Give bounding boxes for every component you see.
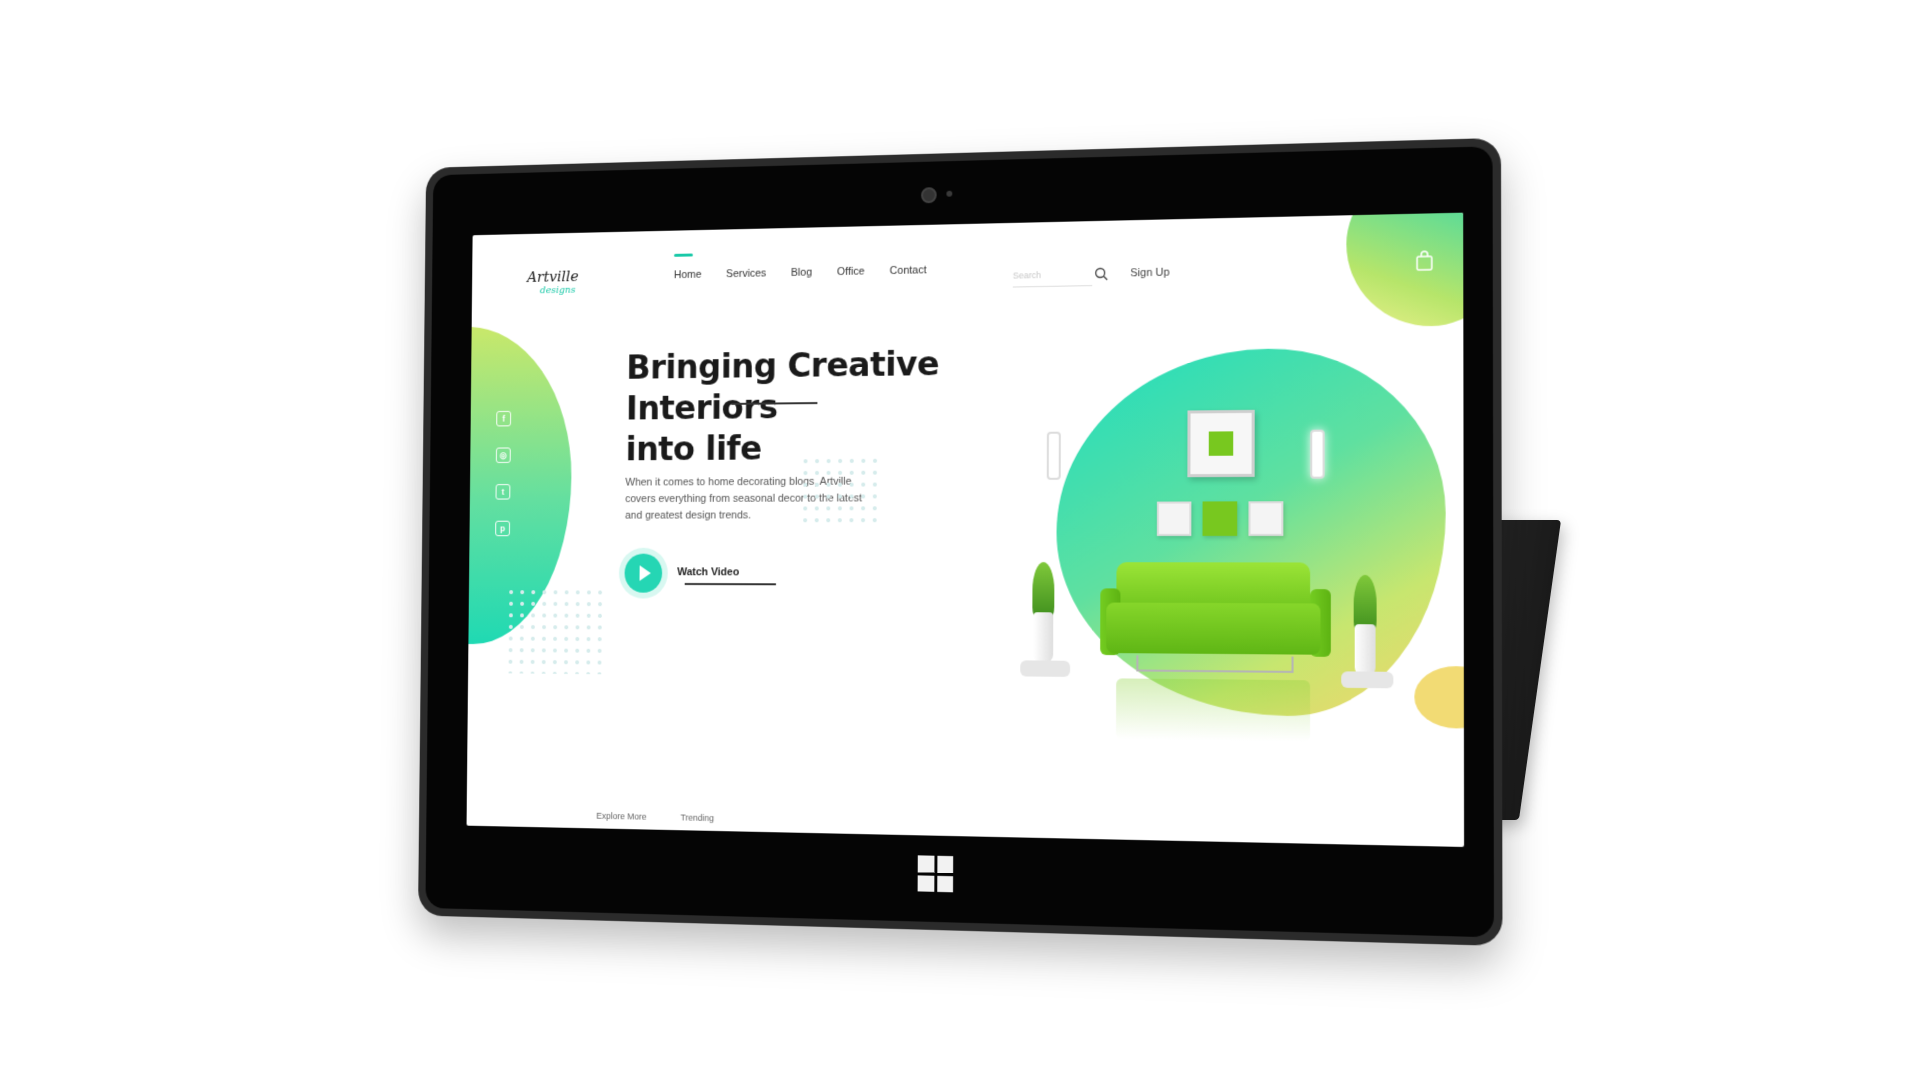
picture-frame-green (1202, 501, 1238, 536)
plant-pot-right (1354, 624, 1376, 676)
picture-frame-large (1187, 409, 1255, 478)
decor-stones-left (1020, 660, 1071, 677)
living-room-illustration (1016, 388, 1425, 821)
decorative-dots (799, 454, 877, 525)
trending-link[interactable]: Trending (681, 813, 714, 824)
decorative-blob-top-right (1346, 212, 1465, 328)
nav-contact[interactable]: Contact (890, 264, 927, 277)
website-screen: Artville designs Home Services Blog Offi… (466, 212, 1465, 847)
sofa-seat (1106, 602, 1321, 655)
brand-name: Artville (527, 267, 579, 286)
plant-left (1032, 562, 1055, 619)
camera-icon (921, 187, 937, 204)
picture-frame-small (1156, 501, 1192, 536)
nav-home[interactable]: Home (674, 269, 702, 281)
facebook-icon[interactable]: f (496, 410, 512, 427)
hero-title-line-1: Bringing Creative Interiors (625, 344, 940, 429)
pinterest-icon[interactable]: p (495, 520, 511, 537)
watch-video-link[interactable]: Watch Video (677, 566, 739, 578)
tablet-bezel: Artville designs Home Services Blog Offi… (425, 146, 1494, 938)
twitter-icon[interactable]: t (495, 484, 511, 500)
sensor-dot (946, 190, 953, 197)
social-links: f ◎ t p (495, 410, 512, 537)
shopping-bag-icon[interactable] (1415, 250, 1434, 271)
sofa-legs (1136, 655, 1294, 673)
decor-stones-right (1341, 671, 1394, 689)
tablet-device: Artville designs Home Services Blog Offi… (418, 137, 1503, 947)
brand-tagline: designs (539, 284, 576, 297)
windows-logo-icon[interactable] (917, 855, 954, 893)
instagram-icon[interactable]: ◎ (495, 447, 511, 463)
wall-lamp-left (1046, 431, 1061, 480)
decorative-dots-bottom (504, 586, 608, 675)
hero-title: Bringing Creative Interiors into life (625, 342, 1030, 470)
plant-pot-left (1033, 612, 1054, 663)
wall-lamp-right (1310, 429, 1325, 479)
watch-video-underline (684, 583, 776, 586)
nav-services[interactable]: Services (726, 268, 766, 280)
nav-office[interactable]: Office (837, 266, 865, 278)
play-video-button[interactable] (624, 553, 663, 593)
stage: Artville designs Home Services Blog Offi… (0, 0, 1920, 1080)
brand-logo[interactable]: Artville designs (527, 267, 579, 296)
nav-blog[interactable]: Blog (791, 267, 812, 279)
picture-frame-small (1248, 501, 1284, 536)
bottom-links: Explore More Trending (596, 811, 714, 823)
search-icon[interactable] (1094, 267, 1108, 281)
main-nav: Home Services Blog Office Contact (674, 264, 927, 281)
explore-more-link[interactable]: Explore More (596, 811, 646, 822)
sofa-reflection (1116, 678, 1311, 742)
search-input[interactable]: Search (1012, 269, 1093, 288)
sign-up-link[interactable]: Sign Up (1130, 267, 1169, 280)
